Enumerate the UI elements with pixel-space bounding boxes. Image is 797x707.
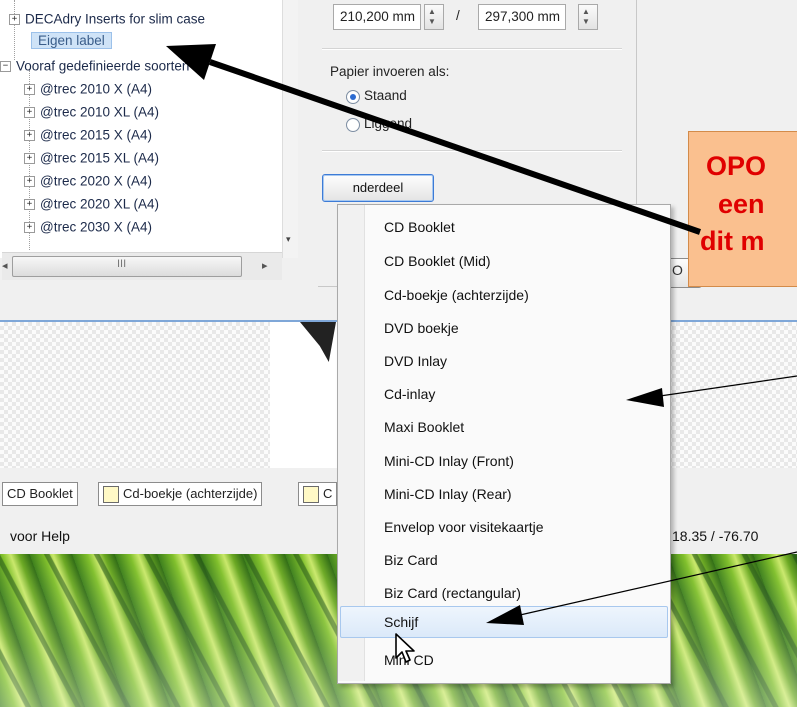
annotation-arrows <box>166 44 797 625</box>
thin-arrow-head <box>626 388 664 407</box>
thin-arrow-shaft <box>519 551 797 616</box>
thick-arrow-shaft <box>209 59 701 235</box>
thin-arrow-shaft <box>659 375 797 397</box>
mouse-pointer-icon <box>395 633 415 663</box>
thin-arrow-head <box>486 605 524 625</box>
thick-arrow-head <box>166 44 216 80</box>
